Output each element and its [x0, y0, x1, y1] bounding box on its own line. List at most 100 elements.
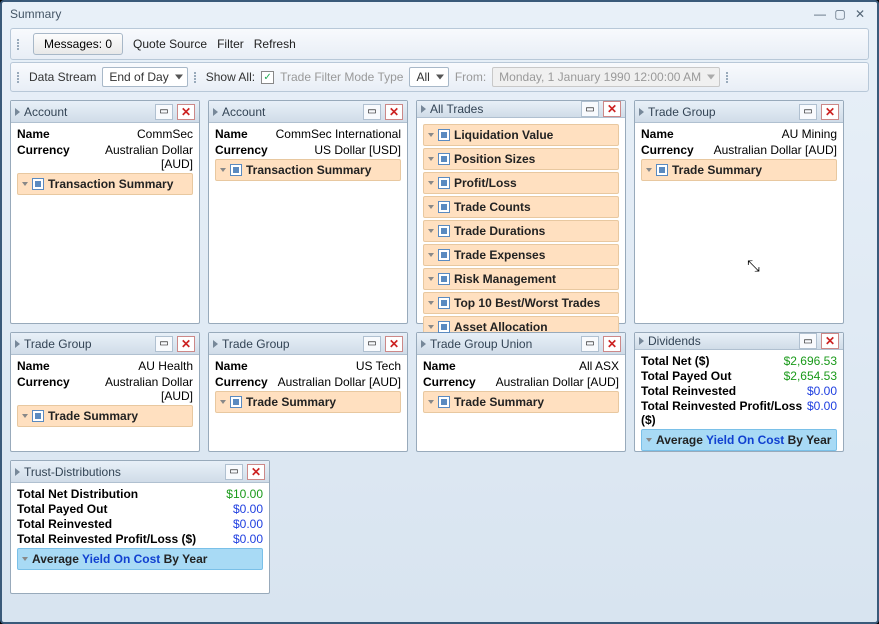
toolbar-grip-icon[interactable] [726, 72, 732, 83]
avg-yield-on-cost-item[interactable]: Average Yield On Cost By Year [641, 429, 837, 451]
panel-options-button[interactable]: ▭ [225, 464, 243, 480]
panel-close-button[interactable]: ✕ [603, 101, 621, 117]
messages-button[interactable]: Messages: 0 [33, 33, 123, 55]
minimize-button[interactable]: — [811, 7, 829, 21]
toolbar-grip-icon[interactable] [17, 72, 23, 83]
panel-close-button[interactable]: ✕ [385, 104, 403, 120]
transaction-summary-item[interactable]: Transaction Summary [215, 159, 401, 181]
currency-label: Currency [215, 143, 268, 157]
show-all-checkbox[interactable]: ✓ [261, 71, 274, 84]
panel-close-button[interactable]: ✕ [247, 464, 265, 480]
panel-body: NameAU Mining CurrencyAustralian Dollar … [635, 123, 843, 323]
panel-options-button[interactable]: ▭ [155, 104, 173, 120]
panel-header: Trust-Distributions ▭ ✕ [11, 461, 269, 483]
all-trades-item[interactable]: Trade Expenses [423, 244, 619, 266]
panel-body: NameAll ASX CurrencyAustralian Dollar [A… [417, 355, 625, 451]
panel-options-button[interactable]: ▭ [581, 336, 599, 352]
panel-options-button[interactable]: ▭ [581, 101, 599, 117]
panel-options-button[interactable]: ▭ [799, 333, 817, 349]
summary-icon [438, 201, 450, 213]
panel-options-button[interactable]: ▭ [799, 104, 817, 120]
collapse-icon[interactable] [421, 105, 426, 113]
all-trades-item[interactable]: Profit/Loss [423, 172, 619, 194]
collapse-icon[interactable] [15, 468, 20, 476]
item-label: Transaction Summary [246, 163, 371, 177]
panel-options-button[interactable]: ▭ [155, 336, 173, 352]
all-trades-item[interactable]: Risk Management [423, 268, 619, 290]
financial-row: Total Net Distribution$10.00 [17, 487, 263, 501]
panel-body: NameCommSec International CurrencyUS Dol… [209, 123, 407, 323]
panel-body: Total Net Distribution$10.00Total Payed … [11, 483, 269, 593]
row-label: Total Payed Out [17, 502, 107, 516]
panel-close-button[interactable]: ✕ [821, 333, 839, 349]
toolbar-grip-icon[interactable] [194, 72, 200, 83]
panel-close-button[interactable]: ✕ [603, 336, 621, 352]
panel-options-button[interactable]: ▭ [363, 104, 381, 120]
all-trades-item[interactable]: Top 10 Best/Worst Trades [423, 292, 619, 314]
collapse-icon[interactable] [213, 340, 218, 348]
summary-icon [438, 273, 450, 285]
panel-body: Liquidation Value Position Sizes Profit/Lo… [417, 118, 625, 344]
summary-icon [438, 153, 450, 165]
collapse-icon[interactable] [15, 340, 20, 348]
avg-yield-on-cost-item[interactable]: Average Yield On Cost By Year [17, 548, 263, 570]
collapse-icon[interactable] [639, 108, 644, 116]
item-label: Profit/Loss [454, 176, 517, 190]
item-label: Trade Summary [48, 409, 138, 423]
panel-options-button[interactable]: ▭ [363, 336, 381, 352]
item-label: Liquidation Value [454, 128, 553, 142]
all-trades-item[interactable]: Position Sizes [423, 148, 619, 170]
chevron-down-icon [428, 301, 434, 305]
panel-close-button[interactable]: ✕ [821, 104, 839, 120]
refresh-link[interactable]: Refresh [254, 37, 296, 51]
row-value: $10.00 [226, 487, 263, 501]
all-trades-item[interactable]: Liquidation Value [423, 124, 619, 146]
name-label: Name [423, 359, 456, 373]
currency-label: Currency [215, 375, 268, 389]
summary-icon [438, 321, 450, 333]
data-stream-combo[interactable]: End of Day [102, 67, 187, 87]
collapse-icon[interactable] [213, 108, 218, 116]
toolbar-grip-icon[interactable] [17, 39, 23, 50]
trade-summary-item[interactable]: Trade Summary [17, 405, 193, 427]
panel-close-button[interactable]: ✕ [385, 336, 403, 352]
financial-row: Total Reinvested$0.00 [641, 384, 837, 398]
summary-window: Summary — ▢ ✕ Messages: 0 Quote Source F… [0, 0, 879, 624]
panel-body: Total Net ($)$2,696.53Total Payed Out$2,… [635, 350, 843, 457]
collapse-icon[interactable] [639, 337, 644, 345]
item-label: Trade Summary [454, 395, 544, 409]
all-trades-item[interactable]: Trade Counts [423, 196, 619, 218]
collapse-icon[interactable] [421, 340, 426, 348]
panel-header: Account ▭ ✕ [11, 101, 199, 123]
chevron-down-icon [646, 438, 652, 442]
trade-summary-item[interactable]: Trade Summary [423, 391, 619, 413]
chevron-down-icon [428, 253, 434, 257]
name-label: Name [215, 127, 248, 141]
from-date-picker[interactable]: Monday, 1 January 1990 12:00:00 AM [492, 67, 720, 87]
trade-filter-combo[interactable]: All [409, 67, 448, 87]
chevron-down-icon [646, 168, 652, 172]
filter-link[interactable]: Filter [217, 37, 244, 51]
quote-source-link[interactable]: Quote Source [133, 37, 207, 51]
trade-summary-item[interactable]: Trade Summary [215, 391, 401, 413]
item-label: Trade Summary [672, 163, 762, 177]
panel-body: NameUS Tech CurrencyAustralian Dollar [A… [209, 355, 407, 451]
maximize-button[interactable]: ▢ [831, 7, 849, 21]
item-label: Trade Expenses [454, 248, 545, 262]
close-window-button[interactable]: ✕ [851, 7, 869, 21]
summary-icon [32, 178, 44, 190]
currency-value: Australian Dollar [AUD] [496, 375, 619, 389]
name-label: Name [17, 127, 50, 141]
summary-icon [438, 297, 450, 309]
collapse-icon[interactable] [15, 108, 20, 116]
transaction-summary-item[interactable]: Transaction Summary [17, 173, 193, 195]
panel-close-button[interactable]: ✕ [177, 104, 195, 120]
panel-title: Trade Group [222, 337, 359, 351]
panel-body: NameCommSec CurrencyAustralian Dollar [A… [11, 123, 199, 323]
summary-icon [230, 164, 242, 176]
panel-title: Trade Group [24, 337, 151, 351]
currency-label: Currency [423, 375, 476, 389]
trade-summary-item[interactable]: Trade Summary [641, 159, 837, 181]
panel-close-button[interactable]: ✕ [177, 336, 195, 352]
all-trades-item[interactable]: Trade Durations [423, 220, 619, 242]
